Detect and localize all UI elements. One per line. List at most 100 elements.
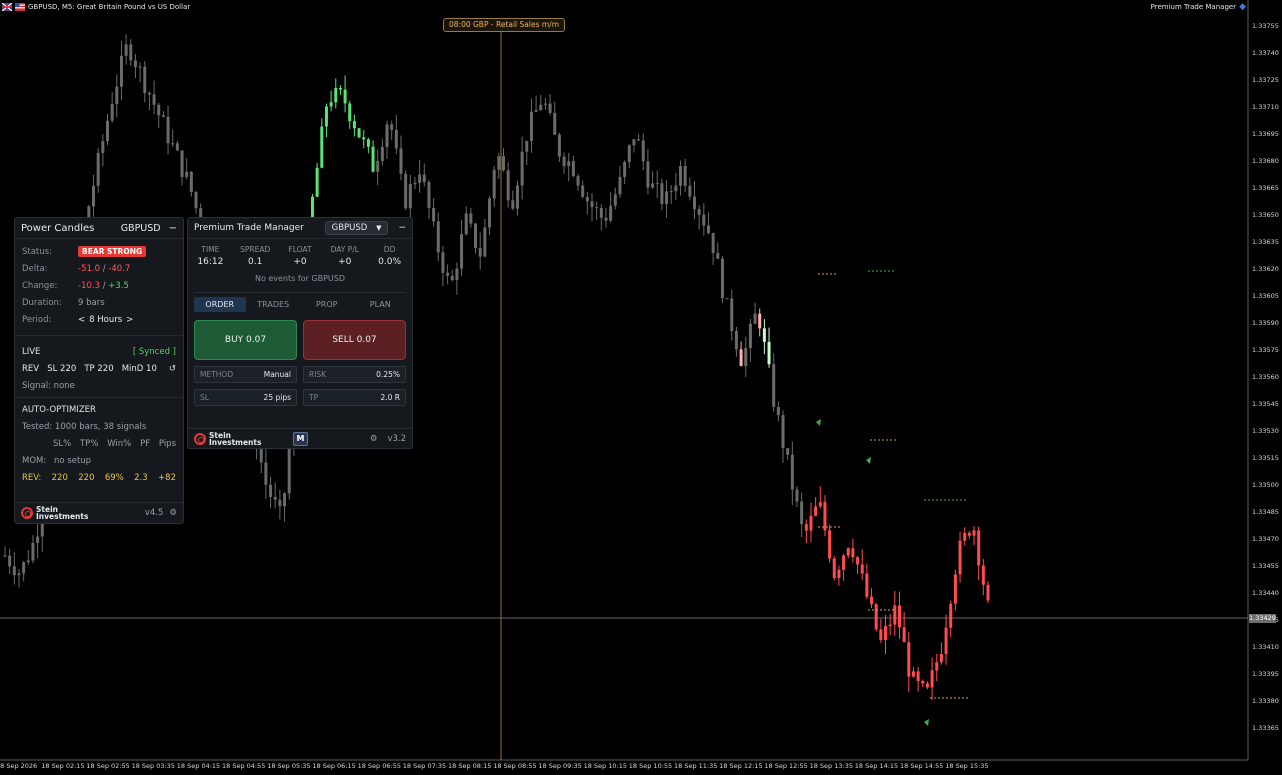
candle-body (944, 627, 948, 655)
candle-body (175, 143, 179, 151)
change-label: Change: (22, 280, 58, 291)
trade-manager-header[interactable]: Premium Trade Manager GBPUSD ▼ − (188, 218, 412, 239)
method-field[interactable]: METHOD Manual (194, 366, 297, 383)
candle-body (790, 454, 794, 490)
candle-body (3, 555, 7, 557)
stein-logo-icon (21, 507, 33, 519)
settings-gear-icon[interactable]: ⚙ (169, 508, 177, 518)
tested-text: Tested: 1000 bars, 38 signals (22, 421, 147, 432)
sl-field[interactable]: SL 25 pips (194, 389, 297, 406)
candle-body (408, 184, 412, 209)
candle-body (422, 174, 426, 183)
candle-body (171, 143, 175, 145)
power-candles-panel[interactable]: Power Candles GBPUSD − Status: BEAR STRON… (14, 217, 184, 524)
candle-body (772, 364, 776, 407)
time-tick-label: 18 Sep 04:55 (222, 762, 266, 770)
cap-icon: ◆ (1239, 2, 1246, 12)
candle-body (441, 252, 445, 273)
candle-body (185, 171, 189, 177)
candle-body (543, 103, 547, 105)
time-tick-label: 18 Sep 14:55 (900, 762, 944, 770)
delta-value-a: -51.0 (78, 263, 100, 274)
price-tick-label: 1.33500 (1252, 481, 1279, 489)
price-tick-label: 1.33410 (1252, 643, 1279, 651)
candle-body (432, 207, 436, 222)
candle-body (371, 146, 375, 172)
candle-body (613, 194, 617, 206)
sell-button[interactable]: SELL 0.07 (303, 320, 406, 360)
candle-body (604, 217, 608, 221)
price-tick-label: 1.33455 (1252, 562, 1279, 570)
candle-body (800, 501, 804, 525)
duration-label: Duration: (22, 297, 62, 308)
tab-trades[interactable]: TRADES (248, 297, 300, 312)
time-tick-label: 18 Sep 10:15 (583, 762, 627, 770)
minimize-button[interactable]: − (398, 223, 406, 233)
candle-body (557, 134, 561, 157)
settings-gear-icon[interactable]: ⚙ (370, 434, 378, 444)
candle-body (390, 124, 394, 130)
refresh-icon[interactable]: ↺ (169, 364, 176, 374)
price-tick-label: 1.33590 (1252, 319, 1279, 327)
candle-body (716, 252, 720, 259)
buy-button[interactable]: BUY 0.07 (194, 320, 297, 360)
candle-body (501, 156, 505, 171)
tab-bar: ORDER TRADES PROP PLAN (194, 292, 406, 312)
price-tick-label: 1.33650 (1252, 211, 1279, 219)
candle-body (567, 161, 571, 166)
symbol-label: GBPUSD (120, 222, 161, 234)
candle-body (692, 196, 696, 210)
tab-plan[interactable]: PLAN (355, 297, 407, 312)
candle-body (730, 298, 734, 332)
time-tick-label: 18 Sep 10:55 (628, 762, 673, 770)
candle-body (548, 103, 552, 113)
stat-dd-value: 0.0% (378, 257, 402, 267)
candle-body (324, 106, 328, 127)
candle-body (851, 548, 855, 558)
candle-body (394, 129, 398, 149)
power-candles-header[interactable]: Power Candles GBPUSD − (15, 218, 183, 239)
candle-body (157, 104, 161, 116)
tab-order[interactable]: ORDER (194, 297, 246, 312)
candle-body (96, 152, 100, 186)
stat-time-value: 16:12 (197, 257, 224, 267)
m-button[interactable]: M (293, 431, 308, 446)
col-pips: Pips (158, 438, 176, 449)
candle-body (981, 565, 985, 585)
minimize-button[interactable]: − (169, 223, 177, 234)
candle-body (725, 298, 729, 300)
candle-body (651, 183, 655, 188)
tab-prop[interactable]: PROP (301, 297, 353, 312)
period-next-button[interactable]: > (126, 315, 133, 325)
candle-body (842, 555, 846, 570)
candle-body (911, 671, 915, 677)
candle-body (888, 624, 892, 627)
candle-body (124, 44, 128, 56)
event-label[interactable]: 08:00 GBP - Retail Sales m/m (443, 18, 566, 32)
candle-body (320, 126, 324, 168)
symbol-select[interactable]: GBPUSD ▼ (324, 221, 389, 235)
candle-body (963, 532, 967, 541)
period-prev-button[interactable]: < (78, 315, 85, 325)
time-tick-label: 18 Sep 12:15 (719, 762, 763, 770)
trade-manager-panel[interactable]: Premium Trade Manager GBPUSD ▼ − TIME SP… (187, 217, 413, 449)
risk-field[interactable]: RISK 0.25% (303, 366, 406, 383)
time-tick-label: 18 Sep 05:35 (267, 762, 311, 770)
tp-field[interactable]: TP 2.0 R (303, 389, 406, 406)
candle-body (492, 169, 496, 199)
candle-body (679, 165, 683, 186)
candle-body (623, 161, 627, 177)
time-tick-label: 18 Sep 09:35 (538, 762, 582, 770)
candle-body (511, 200, 515, 209)
live-title: LIVE (22, 346, 41, 357)
rev-tp: 220 (78, 472, 95, 483)
candle-body (278, 499, 282, 507)
duration-value: 9 bars (78, 297, 105, 308)
time-tick-label: 18 Sep 07:35 (402, 762, 447, 770)
candle-body (343, 89, 347, 104)
candle-body (418, 174, 422, 183)
candle-body (795, 489, 799, 502)
col-win: Win% (107, 438, 132, 449)
candle-body (627, 145, 631, 162)
price-tick-label: 1.33710 (1252, 103, 1279, 111)
